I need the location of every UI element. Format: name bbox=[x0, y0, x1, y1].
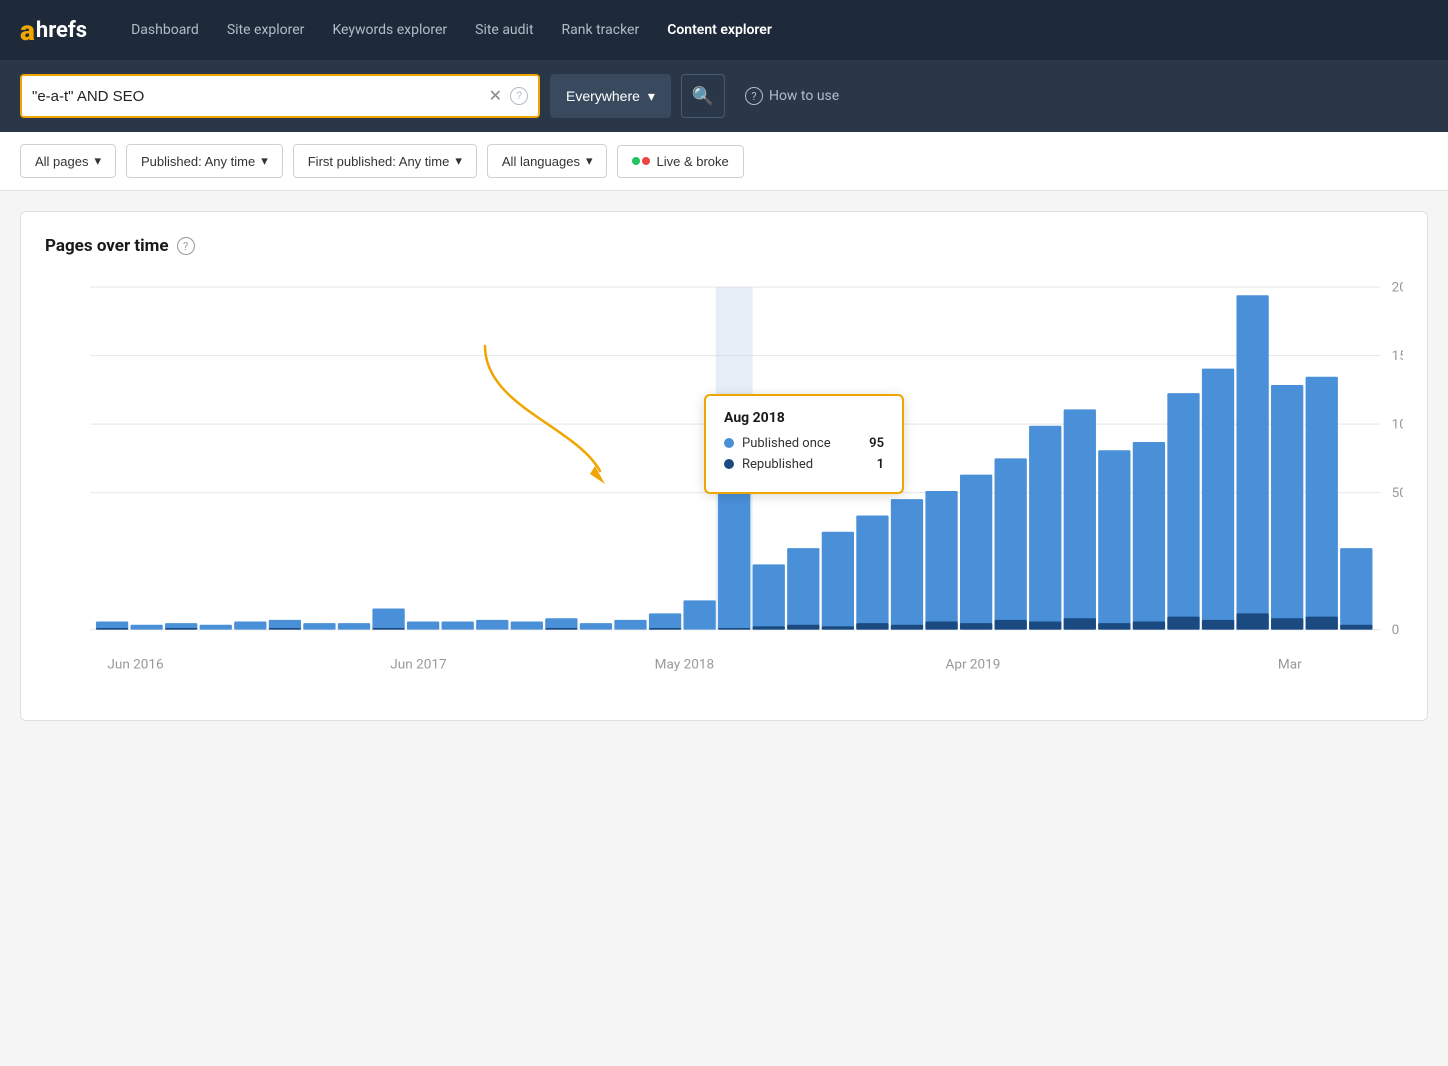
search-button[interactable]: 🔍 bbox=[681, 74, 725, 118]
chevron-down-icon: ▾ bbox=[586, 153, 593, 169]
everywhere-label: Everywhere bbox=[566, 88, 640, 104]
red-dot-icon bbox=[642, 157, 650, 165]
logo-hrefs-text: hrefs bbox=[36, 18, 87, 43]
svg-text:150: 150 bbox=[1392, 349, 1403, 364]
svg-text:May 2018: May 2018 bbox=[655, 657, 714, 672]
nav-content-explorer[interactable]: Content explorer bbox=[653, 0, 786, 60]
chart-container: 200 150 100 50 0 Jun 2016 Jun 2017 May 2… bbox=[45, 276, 1403, 696]
live-broke-label: Live & broke bbox=[656, 154, 728, 169]
chart-title: Pages over time bbox=[45, 236, 169, 256]
chevron-down-icon: ▾ bbox=[455, 153, 462, 169]
nav-keywords-explorer[interactable]: Keywords explorer bbox=[318, 0, 461, 60]
nav-dashboard[interactable]: Dashboard bbox=[117, 0, 213, 60]
logo-a-letter: a bbox=[20, 14, 35, 47]
chevron-down-icon: ▾ bbox=[94, 153, 101, 169]
all-pages-filter[interactable]: All pages ▾ bbox=[20, 144, 116, 178]
search-box-icons: ✕ ? bbox=[489, 86, 528, 106]
how-to-use-label: How to use bbox=[769, 88, 839, 104]
live-broke-filter[interactable]: Live & broke bbox=[617, 145, 743, 178]
chart-title-row: Pages over time ? bbox=[45, 236, 1403, 256]
svg-text:Mar: Mar bbox=[1278, 657, 1302, 672]
clear-search-button[interactable]: ✕ bbox=[489, 86, 502, 106]
first-published-filter[interactable]: First published: Any time ▾ bbox=[293, 144, 477, 178]
chart-svg: 200 150 100 50 0 Jun 2016 Jun 2017 May 2… bbox=[45, 276, 1403, 696]
nav-site-audit[interactable]: Site audit bbox=[461, 0, 547, 60]
svg-text:200: 200 bbox=[1392, 281, 1403, 296]
green-dot-icon bbox=[632, 157, 640, 165]
search-box[interactable]: ✕ ? bbox=[20, 74, 540, 118]
how-to-use-icon: ? bbox=[745, 87, 763, 105]
svg-text:100: 100 bbox=[1392, 418, 1403, 433]
search-input[interactable] bbox=[32, 88, 489, 105]
everywhere-dropdown[interactable]: Everywhere ▾ bbox=[550, 74, 671, 118]
link-status-icon bbox=[632, 157, 650, 165]
all-languages-filter[interactable]: All languages ▾ bbox=[487, 144, 608, 178]
all-languages-label: All languages bbox=[502, 154, 580, 169]
chart-card: Pages over time ? 200 150 100 50 0 bbox=[20, 211, 1428, 721]
svg-text:0: 0 bbox=[1392, 623, 1400, 638]
chevron-down-icon: ▾ bbox=[648, 88, 655, 105]
first-published-label: First published: Any time bbox=[308, 154, 450, 169]
navbar: a hrefs Dashboard Site explorer Keywords… bbox=[0, 0, 1448, 60]
search-section: ✕ ? Everywhere ▾ 🔍 ? How to use bbox=[0, 60, 1448, 132]
search-help-button[interactable]: ? bbox=[510, 87, 528, 105]
logo[interactable]: a hrefs bbox=[20, 14, 87, 47]
svg-text:50: 50 bbox=[1392, 486, 1403, 501]
all-pages-label: All pages bbox=[35, 154, 88, 169]
main-content: Pages over time ? 200 150 100 50 0 bbox=[0, 191, 1448, 741]
chart-help-icon[interactable]: ? bbox=[177, 237, 195, 255]
chevron-down-icon: ▾ bbox=[261, 153, 268, 169]
svg-text:Jun 2017: Jun 2017 bbox=[390, 657, 446, 672]
how-to-use[interactable]: ? How to use bbox=[745, 87, 839, 105]
filter-bar: All pages ▾ Published: Any time ▾ First … bbox=[0, 132, 1448, 191]
nav-links: Dashboard Site explorer Keywords explore… bbox=[117, 0, 1428, 60]
search-icon: 🔍 bbox=[692, 86, 714, 107]
published-label: Published: Any time bbox=[141, 154, 255, 169]
nav-rank-tracker[interactable]: Rank tracker bbox=[548, 0, 654, 60]
help-icon: ? bbox=[510, 87, 528, 105]
nav-site-explorer[interactable]: Site explorer bbox=[213, 0, 319, 60]
svg-text:Jun 2016: Jun 2016 bbox=[107, 657, 163, 672]
published-filter[interactable]: Published: Any time ▾ bbox=[126, 144, 283, 178]
svg-text:Apr 2019: Apr 2019 bbox=[946, 657, 1001, 672]
